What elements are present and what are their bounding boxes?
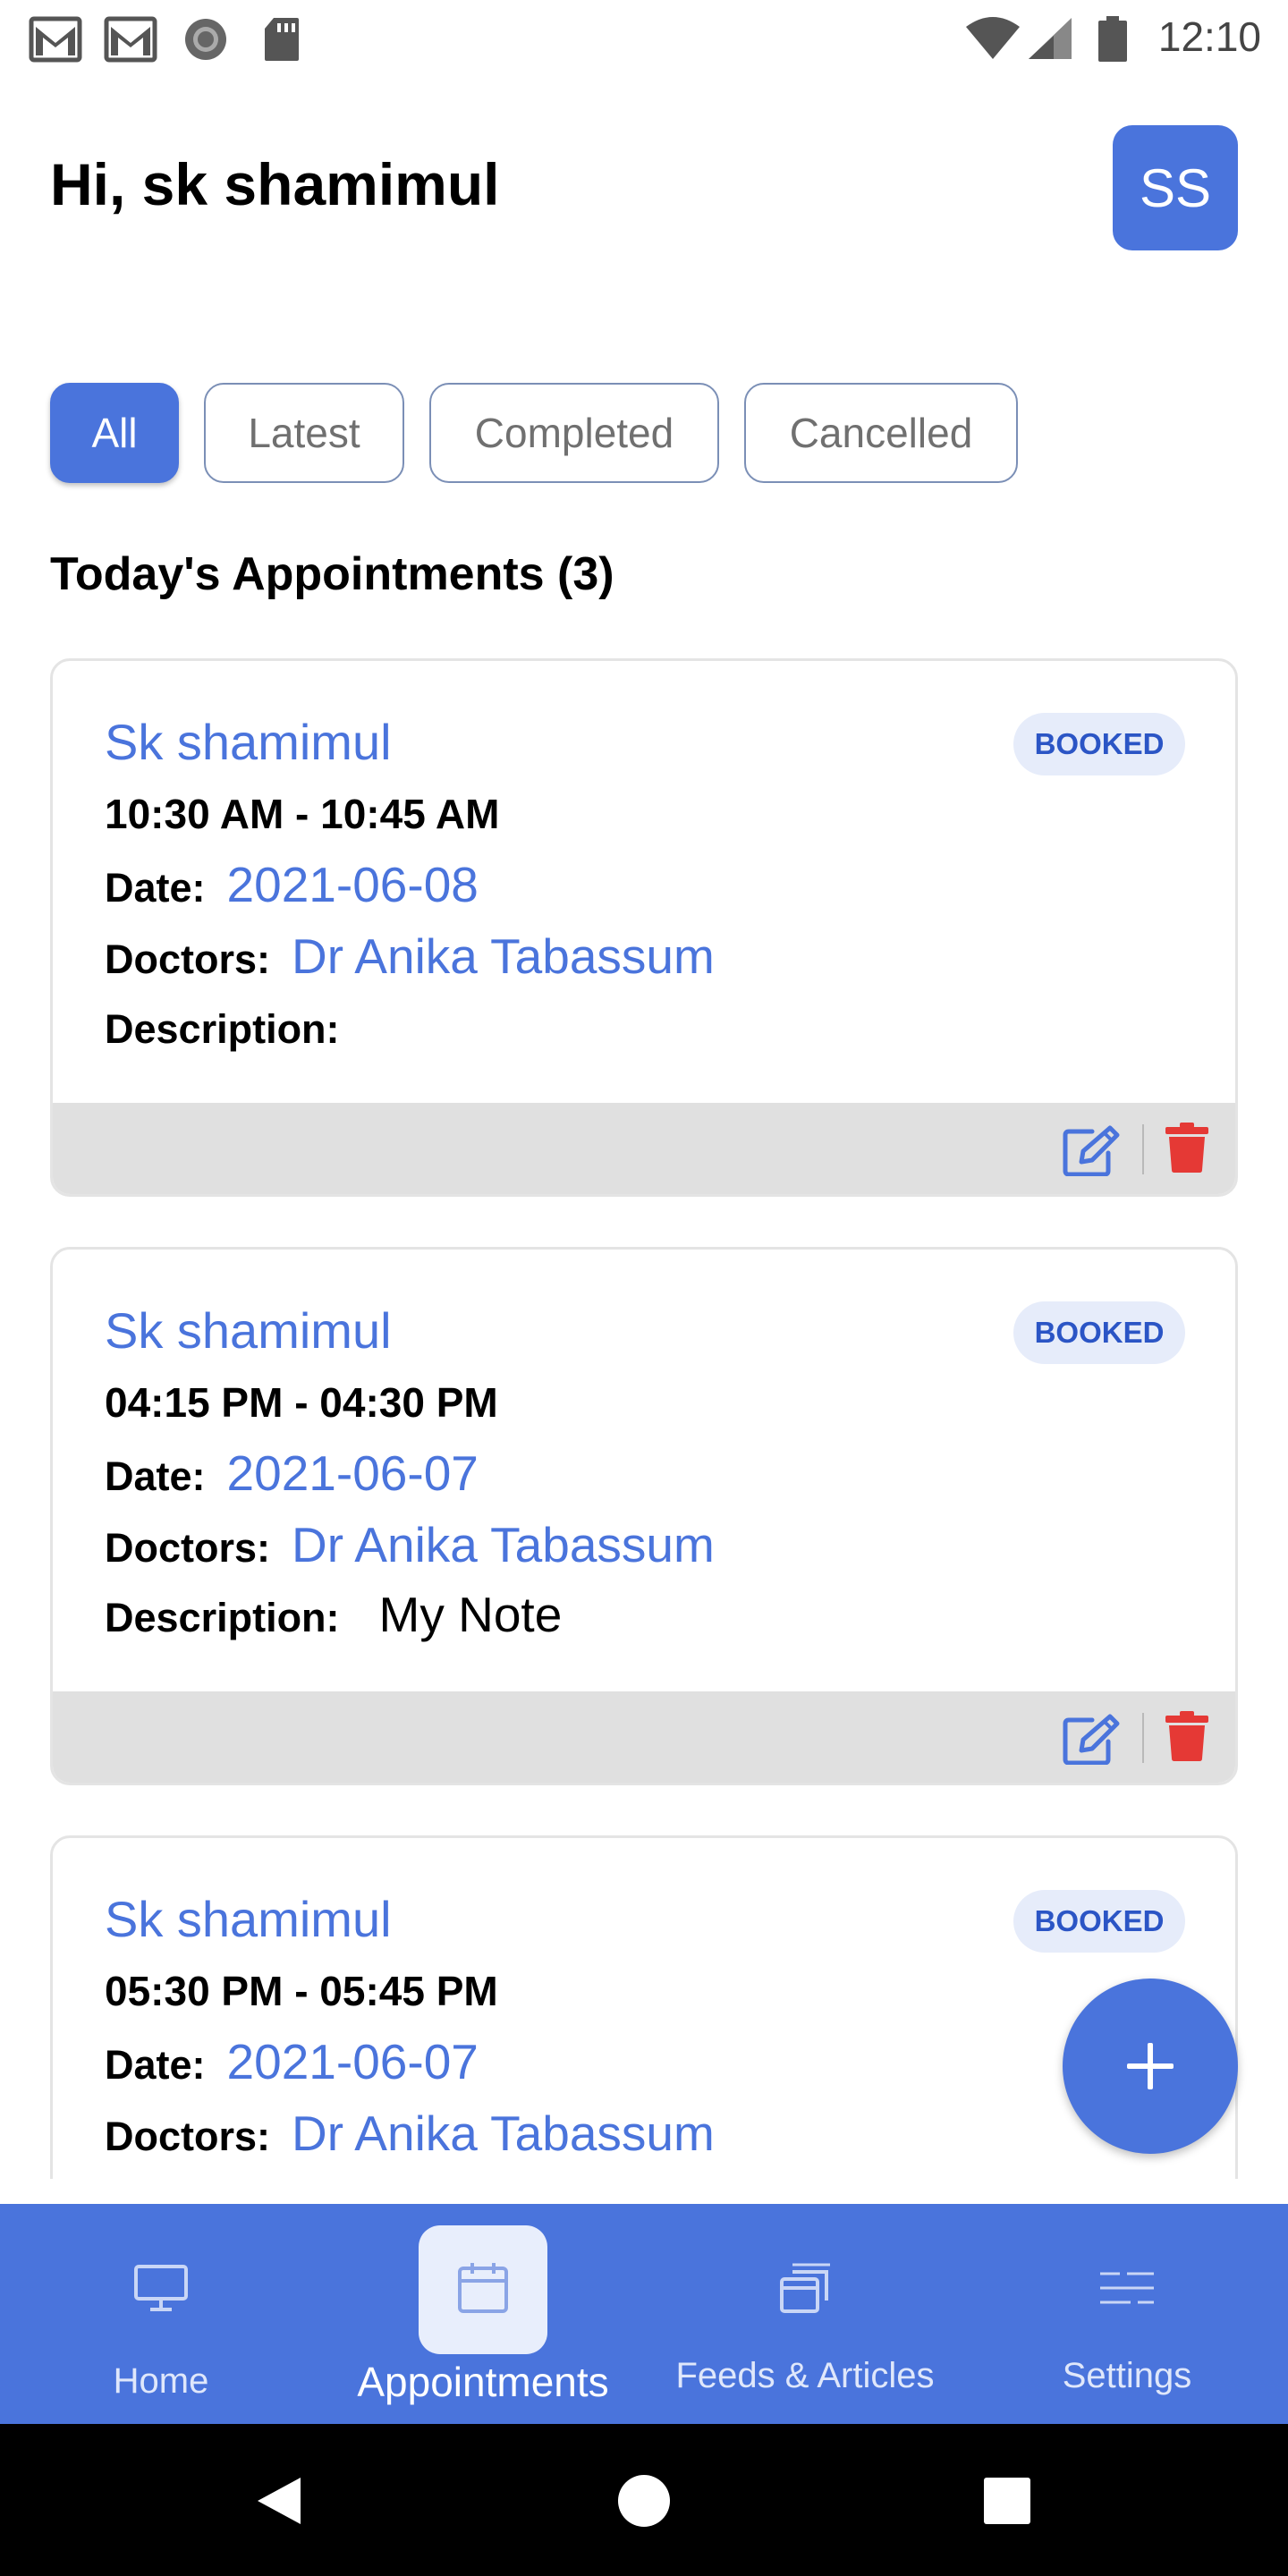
doctor-value: Dr Anika Tabassum xyxy=(292,2106,715,2161)
calendar-icon xyxy=(458,2263,508,2313)
date-row: Date: 2021-06-07 xyxy=(105,2033,479,2090)
appointment-time: 05:30 PM - 05:45 PM xyxy=(105,1968,498,2014)
appointment-card[interactable]: Sk shamimul BOOKED 10:30 AM - 10:45 AM D… xyxy=(50,658,1238,1197)
nav-item-home[interactable]: Home xyxy=(0,2204,322,2424)
recents-icon[interactable] xyxy=(982,2476,1032,2526)
nav-item-feeds[interactable]: Feeds & Articles xyxy=(644,2204,966,2424)
date-value: 2021-06-07 xyxy=(226,1445,479,1501)
doctors-row: Doctors: Dr Anika Tabassum xyxy=(105,928,715,985)
trash-icon[interactable] xyxy=(1165,1123,1208,1173)
filter-chip-completed[interactable]: Completed xyxy=(429,383,719,483)
patient-name: Sk shamimul xyxy=(105,1302,392,1359)
articles-icon xyxy=(780,2263,830,2313)
clock: 12:10 xyxy=(1157,13,1261,60)
date-value: 2021-06-07 xyxy=(226,2034,479,2089)
appointment-time: 04:15 PM - 04:30 PM xyxy=(105,1379,498,1426)
description-value: My Note xyxy=(378,1587,563,1642)
bottom-navigation: Home Appointments Feeds & Articles Setti… xyxy=(0,2204,1288,2424)
filter-chip-all[interactable]: All xyxy=(50,383,179,483)
appointment-card[interactable]: Sk shamimul BOOKED 05:30 PM - 05:45 PM D… xyxy=(50,1835,1238,2179)
filter-chip-cancelled[interactable]: Cancelled xyxy=(744,383,1018,483)
system-navigation-bar xyxy=(0,2424,1288,2576)
record-icon xyxy=(185,19,226,60)
home-circle-icon[interactable] xyxy=(617,2474,671,2528)
doctors-label: Doctors: xyxy=(105,1525,271,1571)
sd-card-icon xyxy=(265,18,299,61)
doctors-label: Doctors: xyxy=(105,936,271,982)
edit-icon[interactable] xyxy=(1062,1713,1121,1765)
appointment-list[interactable]: Sk shamimul BOOKED 10:30 AM - 10:45 AM D… xyxy=(0,653,1288,2179)
doctor-value: Dr Anika Tabassum xyxy=(292,1517,715,1572)
action-divider xyxy=(1142,1713,1144,1763)
gmail-icon xyxy=(104,16,157,63)
appointment-card[interactable]: Sk shamimul BOOKED 04:15 PM - 04:30 PM D… xyxy=(50,1247,1238,1785)
plus-icon xyxy=(1127,2043,1174,2089)
action-divider xyxy=(1142,1124,1144,1174)
description-row: Description: My Note xyxy=(105,1586,562,1643)
date-row: Date: 2021-06-07 xyxy=(105,1445,479,1502)
nav-item-settings[interactable]: Settings xyxy=(966,2204,1288,2424)
doctors-row: Doctors: Dr Anika Tabassum xyxy=(105,2105,715,2162)
status-bar: 12:10 xyxy=(0,0,1288,77)
gmail-icon xyxy=(29,16,82,63)
doctor-value: Dr Anika Tabassum xyxy=(292,928,715,984)
description-label: Description: xyxy=(105,1006,340,1052)
add-appointment-button[interactable] xyxy=(1063,1979,1238,2154)
date-label: Date: xyxy=(105,2042,206,2088)
avatar[interactable]: SS xyxy=(1113,125,1238,250)
section-title: Today's Appointments (3) xyxy=(50,548,614,600)
nav-label-feeds: Feeds & Articles xyxy=(675,2356,935,2395)
date-label: Date: xyxy=(105,1453,206,1499)
nav-label-appointments: Appointments xyxy=(357,2359,609,2405)
status-badge: BOOKED xyxy=(1013,1301,1185,1364)
card-actions xyxy=(53,1691,1235,1783)
patient-name: Sk shamimul xyxy=(105,714,392,770)
edit-icon[interactable] xyxy=(1062,1124,1121,1176)
wifi-icon xyxy=(966,17,1020,59)
description-row: Description: xyxy=(105,997,379,1055)
description-row: Description: xyxy=(105,2174,379,2179)
battery-icon xyxy=(1098,16,1127,62)
description-label: Description: xyxy=(105,1595,340,1640)
date-row: Date: 2021-06-08 xyxy=(105,856,479,913)
filter-chip-latest[interactable]: Latest xyxy=(204,383,404,483)
card-actions xyxy=(53,1103,1235,1194)
doctors-row: Doctors: Dr Anika Tabassum xyxy=(105,1516,715,1573)
nav-item-appointments[interactable]: Appointments xyxy=(322,2204,644,2424)
date-value: 2021-06-08 xyxy=(226,857,479,912)
status-badge: BOOKED xyxy=(1013,713,1185,775)
greeting-title: Hi, sk shamimul xyxy=(50,151,500,217)
trash-icon[interactable] xyxy=(1165,1711,1208,1761)
status-badge: BOOKED xyxy=(1013,1890,1185,1953)
nav-label-settings: Settings xyxy=(1062,2356,1192,2395)
nav-label-home: Home xyxy=(113,2361,209,2401)
back-icon[interactable] xyxy=(254,2474,304,2528)
doctors-label: Doctors: xyxy=(105,2114,271,2159)
patient-name: Sk shamimul xyxy=(105,1891,392,1947)
appointment-time: 10:30 AM - 10:45 AM xyxy=(105,791,500,837)
settings-icon xyxy=(1100,2272,1154,2304)
signal-icon xyxy=(1029,18,1072,59)
monitor-icon xyxy=(134,2265,188,2311)
date-label: Date: xyxy=(105,865,206,911)
